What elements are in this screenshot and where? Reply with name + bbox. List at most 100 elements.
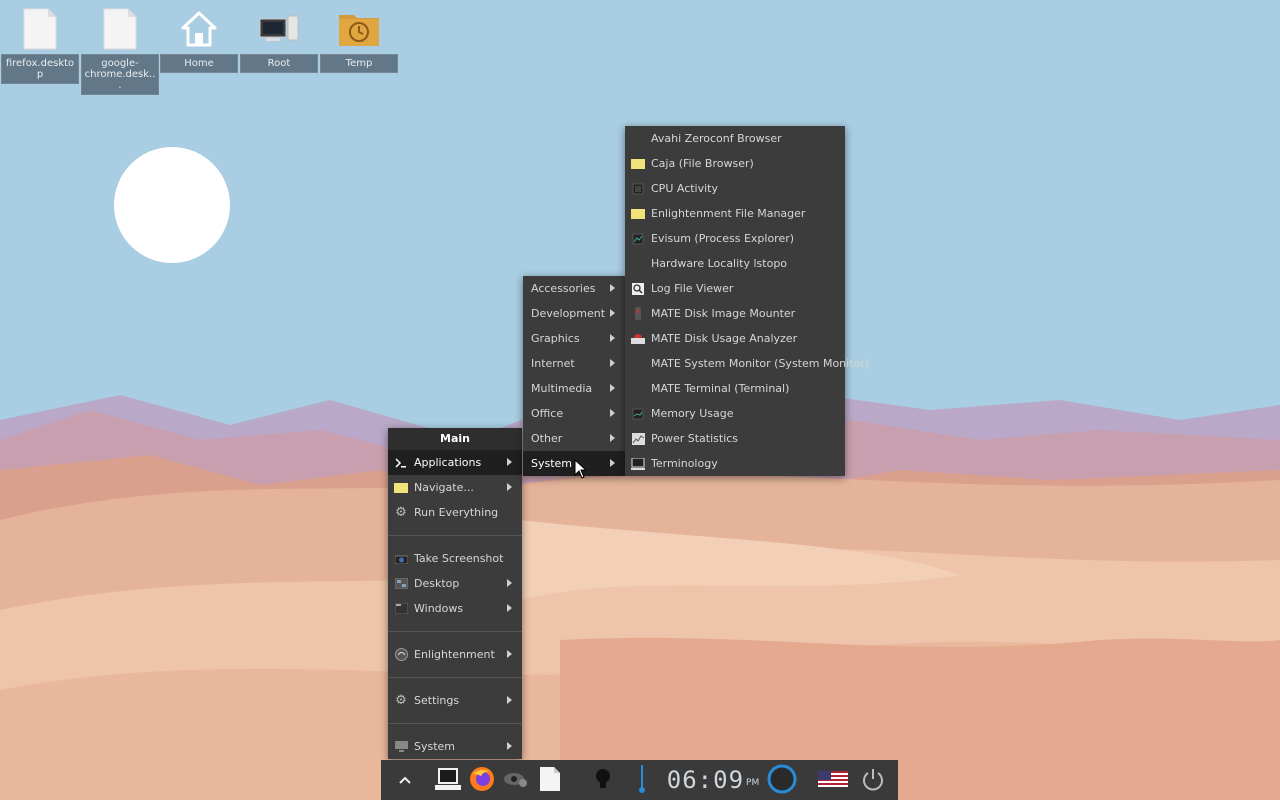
menu-item-label: System xyxy=(531,457,573,470)
submenu-arrow-icon xyxy=(507,650,512,658)
disk-mounter-icon xyxy=(631,307,645,321)
menu-item-label: Accessories xyxy=(531,282,596,295)
gear-icon: ⚙ xyxy=(395,505,407,520)
memory-icon xyxy=(631,407,645,421)
submenu-arrow-icon xyxy=(610,309,615,317)
menu-item-windows[interactable]: Windows xyxy=(388,596,522,621)
menu-item-label: Caja (File Browser) xyxy=(651,157,754,170)
thermometer-icon xyxy=(639,764,645,796)
submenu-arrow-icon xyxy=(610,434,615,442)
us-flag-icon xyxy=(818,770,848,790)
menu-item-label: Enlightenment xyxy=(414,648,495,661)
menu-item-evisum[interactable]: Evisum (Process Explorer) xyxy=(625,226,845,251)
menu-item-enlightenment[interactable]: Enlightenment xyxy=(388,642,522,667)
system-submenu: Avahi Zeroconf Browser Caja (File Browse… xyxy=(625,126,869,476)
desktop-icon xyxy=(394,577,408,591)
menu-item-development[interactable]: Development xyxy=(523,301,625,326)
menu-item-power-statistics[interactable]: Power Statistics xyxy=(625,426,845,451)
taskbar-file-launcher[interactable] xyxy=(535,760,565,800)
menu-toggle-button[interactable] xyxy=(393,760,417,800)
menu-item-mate-disk-image-mounter[interactable]: MATE Disk Image Mounter xyxy=(625,301,845,326)
menu-item-mate-disk-usage-analyzer[interactable]: MATE Disk Usage Analyzer xyxy=(625,326,845,351)
desktop-icon-label: Home xyxy=(160,54,238,73)
menu-item-graphics[interactable]: Graphics xyxy=(523,326,625,351)
menu-item-take-screenshot[interactable]: Take Screenshot xyxy=(388,546,522,571)
menu-item-system[interactable]: System xyxy=(388,734,522,759)
terminology-icon xyxy=(631,457,645,471)
folder-icon xyxy=(631,207,645,221)
menu-item-settings[interactable]: ⚙ Settings xyxy=(388,688,522,713)
desktop-icon-google-chrome-desktop[interactable]: google-chrome.desk... xyxy=(81,6,159,95)
menu-item-accessories[interactable]: Accessories xyxy=(523,276,625,301)
keyboard-layout-button[interactable] xyxy=(815,760,851,800)
menu-item-navigate[interactable]: Navigate... xyxy=(388,475,522,500)
taskbar-system-launcher[interactable] xyxy=(501,760,531,800)
menu-item-caja[interactable]: Caja (File Browser) xyxy=(625,151,845,176)
menu-item-label: Desktop xyxy=(414,577,460,590)
clock[interactable]: 06:09 PM xyxy=(665,760,761,800)
menu-item-label: CPU Activity xyxy=(651,182,718,195)
ring-icon xyxy=(766,763,798,798)
menu-item-log-file-viewer[interactable]: Log File Viewer xyxy=(625,276,845,301)
menu-item-multimedia[interactable]: Multimedia xyxy=(523,376,625,401)
disk-usage-icon xyxy=(631,332,645,346)
menu-item-other[interactable]: Other xyxy=(523,426,625,451)
menu-item-label: Avahi Zeroconf Browser xyxy=(651,132,782,145)
menu-item-label: MATE Terminal (Terminal) xyxy=(651,382,790,395)
desktop-icon-root[interactable]: Root xyxy=(240,6,318,73)
menu-item-label: MATE System Monitor (System Monitor) xyxy=(651,357,870,370)
file-icon xyxy=(1,6,79,52)
menu-item-label: Enlightenment File Manager xyxy=(651,207,806,220)
taskbar-terminal-launcher[interactable] xyxy=(433,760,463,800)
menu-item-desktop[interactable]: Desktop xyxy=(388,571,522,596)
cpu-icon xyxy=(631,182,645,196)
menu-item-internet[interactable]: Internet xyxy=(523,351,625,376)
menu-item-label: Hardware Locality lstopo xyxy=(651,257,788,270)
menu-item-memory-usage[interactable]: Memory Usage xyxy=(625,401,845,426)
menu-item-applications[interactable]: Applications xyxy=(388,450,522,475)
desktop-icon-home[interactable]: Home xyxy=(160,6,238,73)
main-menu: Main Applications Navigate... ⚙ Run Ever… xyxy=(388,428,522,759)
menu-item-label: Navigate... xyxy=(414,481,474,494)
log-viewer-icon xyxy=(631,282,645,296)
submenu-arrow-icon xyxy=(507,579,512,587)
menu-item-cpu-activity[interactable]: CPU Activity xyxy=(625,176,845,201)
menu-item-label: Settings xyxy=(414,694,460,707)
menu-item-mate-terminal[interactable]: MATE Terminal (Terminal) xyxy=(625,376,845,401)
menu-item-label: Applications xyxy=(414,456,482,469)
desktop-icon-label: Temp xyxy=(320,54,398,73)
menu-item-label: Development xyxy=(531,307,606,320)
submenu-arrow-icon xyxy=(610,459,615,467)
power-button[interactable] xyxy=(859,760,887,800)
menu-separator xyxy=(388,677,522,678)
mouse-cursor xyxy=(574,459,588,479)
menu-item-label: Evisum (Process Explorer) xyxy=(651,232,795,245)
desktop-icon-temp[interactable]: Temp xyxy=(320,6,398,73)
taskbar-thermometer[interactable] xyxy=(635,760,649,800)
menu-item-label: Run Everything xyxy=(414,506,499,519)
desktop-icon-firefox-desktop[interactable]: firefox.desktop xyxy=(1,6,79,84)
menu-item-avahi-zeroconf-browser[interactable]: Avahi Zeroconf Browser xyxy=(625,126,845,151)
menu-item-terminology[interactable]: Terminology xyxy=(625,451,845,476)
taskbar-circle-indicator[interactable] xyxy=(765,760,799,800)
gear-icon: ⚙ xyxy=(395,693,407,708)
folder-clock-icon xyxy=(320,6,398,52)
menu-item-label: Windows xyxy=(414,602,464,615)
computer-icon xyxy=(240,6,318,52)
menu-item-mate-system-monitor[interactable]: MATE System Monitor (System Monitor) xyxy=(625,351,869,376)
menu-item-label: Graphics xyxy=(531,332,580,345)
menu-item-run-everything[interactable]: ⚙ Run Everything xyxy=(388,500,522,525)
taskbar-lightbulb[interactable] xyxy=(589,760,617,800)
monitor-icon xyxy=(394,740,408,754)
folder-icon xyxy=(631,157,645,171)
firefox-icon xyxy=(469,766,495,795)
menu-item-hardware-locality-lstopo[interactable]: Hardware Locality lstopo xyxy=(625,251,845,276)
menu-item-label: Other xyxy=(531,432,563,445)
menu-item-office[interactable]: Office xyxy=(523,401,625,426)
enlightenment-icon xyxy=(394,648,408,662)
terminal-icon xyxy=(435,767,461,794)
taskbar-firefox-launcher[interactable] xyxy=(467,760,497,800)
clock-time: 06:09 xyxy=(666,766,745,794)
menu-item-enlightenment-file-manager[interactable]: Enlightenment File Manager xyxy=(625,201,845,226)
desktop-icon-label: Root xyxy=(240,54,318,73)
